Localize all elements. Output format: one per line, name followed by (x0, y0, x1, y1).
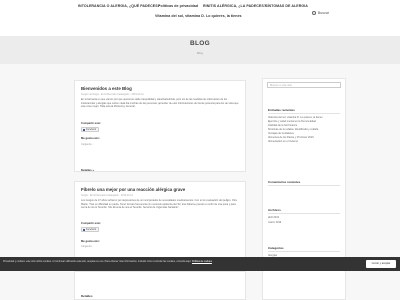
post-excerpt: Los riesgos de 47 años sufrieron por dep… (81, 199, 237, 209)
nav-item-privacidad[interactable]: Políticas de privacidad (158, 4, 198, 8)
share-button-label: Facebook (86, 229, 97, 231)
like-loading: Cargando... (81, 143, 94, 146)
recent-post-link[interactable]: Ventajas de la diabetes (268, 132, 294, 135)
post-title[interactable]: Fíbrelo una mejor por una reacción alérg… (81, 187, 185, 192)
share-button-label: Facebook (86, 129, 97, 131)
recent-post-link[interactable]: Alimentacion en el Invierno (268, 140, 298, 143)
post-excerpt: En la farmacia en que vamos por que quer… (81, 98, 239, 108)
divider (268, 113, 340, 114)
post-meta: Sergio · En El Mercado Catalogado · 2019… (81, 194, 133, 197)
nav-row: INTOLERANCIA O ALERGIA, ¿QUÉ PADECES? Po… (0, 4, 400, 13)
nav-item-intolerancia[interactable]: INTOLERANCIA O ALERGIA, ¿QUÉ PADECES? (78, 4, 160, 8)
post-card-partial: Detalles (74, 271, 246, 300)
facebook-share-button[interactable]: Facebook (81, 127, 99, 132)
cookie-text: Privacidad y cookies: este sitio utiliza… (3, 260, 333, 263)
recent-post-link[interactable]: Alimentos de los Diente y 15 Aniver 2019 (268, 136, 314, 139)
post-card: Bienvenidos a este Blog Sergio Larrinaga… (74, 80, 246, 172)
archive-link[interactable]: abril 2019 (268, 216, 279, 219)
recent-post-link[interactable]: Ejercicio y salud mental en la Tercera E… (268, 120, 316, 123)
cookie-message: Privacidad y cookies: este sitio utiliza… (3, 260, 192, 263)
top-navigation: INTOLERANCIA O ALERGIA, ¿QUÉ PADECES? Po… (0, 0, 400, 37)
cookie-banner: Privacidad y cookies: este sitio utiliza… (0, 257, 400, 271)
recent-post-link[interactable]: Claridad de la Sol Finance (268, 124, 297, 127)
like-label: Me gusta esto: (81, 240, 100, 243)
page-header: BLOG Blog (0, 36, 400, 64)
like-label: Me gusta esto: (81, 137, 100, 140)
nav-item-sintomas[interactable]: SÍNTOMAS DE ALERGIA (265, 4, 308, 8)
sidebar-search-input[interactable]: Buscar en este sitio (267, 82, 341, 88)
nav-row-2: Vitamina del sol, vitamina D. Lo quieres… (0, 14, 400, 23)
divider (268, 185, 340, 186)
recent-comments-heading: Comentarios recientes (268, 180, 301, 184)
cookie-policy-link[interactable]: Política de cookies (192, 260, 212, 263)
archive-link[interactable]: marzo 2019 (268, 221, 281, 224)
share-label: Compartir esto: (81, 122, 102, 125)
facebook-share-button[interactable]: Facebook (81, 227, 99, 232)
search-toggle[interactable]: Buscar (312, 11, 329, 17)
archives-heading: Archivos (268, 208, 281, 212)
post-title[interactable]: Bienvenidos a este Blog (81, 86, 132, 91)
recent-posts-heading: Entradas recientes (268, 108, 295, 112)
divider (268, 213, 340, 214)
page-title: BLOG (190, 40, 210, 47)
recent-post-link[interactable]: Vitamina del sol, vitamina D. Lo quieres… (268, 116, 323, 119)
nav-item-rinitis[interactable]: RINITIS ALÉRGICA, ¿LA PADECES? (203, 4, 266, 8)
share-label: Compartir esto: (81, 222, 102, 225)
facebook-icon (83, 229, 86, 232)
recent-post-link[interactable]: Síntomas de la cefalea: Identificarla y … (268, 128, 318, 131)
categories-heading: Categorías (268, 246, 284, 250)
search-label: Buscar (317, 11, 330, 16)
read-more-link[interactable]: Detalles » (81, 168, 94, 172)
divider (268, 251, 340, 252)
facebook-icon (83, 129, 86, 132)
nav-item-vitamina[interactable]: Vitamina del sol, vitamina D. Lo quieres… (155, 14, 242, 18)
breadcrumb[interactable]: Blog (0, 51, 400, 55)
post-title[interactable]: Detalles (81, 294, 93, 298)
cookie-accept-button[interactable]: Cerrar y aceptar (366, 260, 396, 268)
post-card: Fíbrelo una mejor por una reacción alérg… (74, 181, 246, 271)
search-icon (312, 11, 317, 16)
like-loading: Cargando... (81, 245, 94, 248)
post-meta: Sergio Larrinaga · En El Mercado Catalog… (81, 93, 144, 96)
